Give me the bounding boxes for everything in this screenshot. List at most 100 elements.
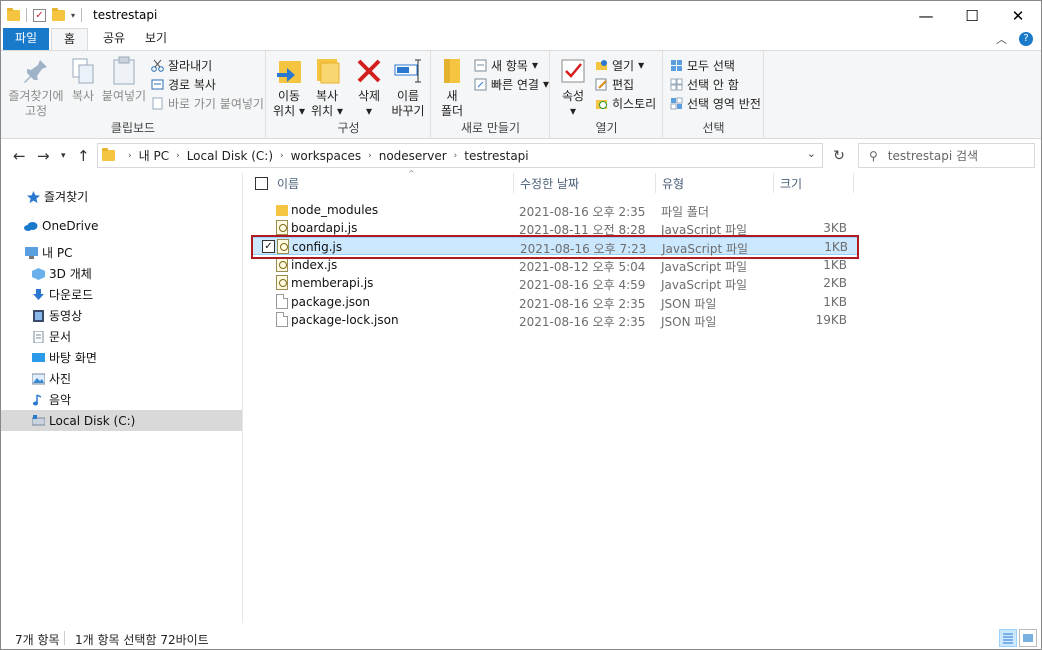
open-dropdown-icon: ▾: [638, 58, 645, 72]
tab-file[interactable]: 파일: [3, 28, 50, 50]
breadcrumb-item[interactable]: 내 PC: [139, 147, 169, 164]
edit-button[interactable]: 편집: [595, 75, 634, 93]
sidebar-item-label: 내 PC: [42, 246, 73, 260]
refresh-icon[interactable]: ↻: [827, 143, 851, 168]
item-count: 7개 항목: [15, 633, 60, 647]
sidebar-item-downloads[interactable]: 다운로드: [1, 284, 242, 305]
sidebar-item-3d-objects[interactable]: 3D 개체: [1, 263, 242, 284]
breadcrumb-item[interactable]: testrestapi: [464, 149, 528, 163]
file-name: package.json: [291, 295, 371, 309]
properties-button[interactable]: 속성 ▾: [557, 55, 589, 119]
new-folder-qat-icon[interactable]: [52, 7, 65, 21]
paste-shortcut-button[interactable]: 바로 가기 붙여넣기: [151, 94, 264, 112]
sidebar-item-videos[interactable]: 동영상: [1, 305, 242, 326]
new-folder-button[interactable]: 새 폴더: [436, 55, 468, 119]
select-all-button[interactable]: 모두 선택: [670, 56, 735, 74]
breadcrumb-item[interactable]: nodeserver: [379, 149, 447, 163]
copy-icon: [67, 55, 99, 87]
sidebar-item-documents[interactable]: 문서: [1, 326, 242, 347]
history-button[interactable]: 히스토리: [595, 94, 656, 112]
sidebar-item-local-disk[interactable]: Local Disk (C:): [1, 410, 242, 431]
js-file-icon: [276, 257, 288, 272]
column-header-type[interactable]: 유형: [656, 173, 774, 193]
copy-path-button[interactable]: 경로 복사: [151, 75, 216, 93]
forward-arrow-icon[interactable]: →: [37, 147, 50, 165]
move-to-label-2: 위치 ▾: [273, 104, 305, 118]
new-item-button[interactable]: 새 항목 ▾: [474, 56, 538, 74]
column-header-name[interactable]: 이름 ^: [271, 169, 514, 193]
sidebar-item-label: Local Disk (C:): [49, 413, 136, 428]
chevron-right-icon[interactable]: ›: [176, 151, 180, 161]
cube-icon: [32, 267, 45, 280]
tab-view[interactable]: 보기: [133, 28, 179, 50]
open-button[interactable]: 열기 ▾: [595, 56, 644, 74]
column-header-modified[interactable]: 수정한 날짜: [514, 173, 656, 193]
select-all-label: 모두 선택: [687, 58, 735, 73]
properties-qat-icon[interactable]: ✓: [33, 8, 46, 22]
move-to-button[interactable]: 이동 위치 ▾: [271, 55, 307, 119]
file-row[interactable]: package-lock.json 2021-08-16 오후 2:35 JSO…: [251, 311, 858, 329]
sidebar-item-desktop[interactable]: 바탕 화면: [1, 347, 242, 368]
invert-selection-button[interactable]: 선택 영역 반전: [670, 94, 761, 112]
select-none-label: 선택 안 함: [687, 77, 739, 92]
file-row[interactable]: memberapi.js 2021-08-16 오후 4:59 JavaScri…: [251, 274, 858, 292]
invert-selection-label: 선택 영역 반전: [687, 96, 761, 111]
column-header-size[interactable]: 크기: [774, 173, 854, 193]
sidebar-item-this-pc[interactable]: 내 PC: [1, 242, 242, 263]
cut-button[interactable]: 잘라내기: [151, 56, 212, 74]
file-row[interactable]: package.json 2021-08-16 오후 2:35 JSON 파일 …: [251, 293, 858, 311]
breadcrumb-item[interactable]: workspaces: [291, 149, 362, 163]
file-name: package-lock.json: [291, 313, 399, 327]
select-group-label: 선택: [702, 121, 725, 135]
details-view-icon[interactable]: [999, 629, 1017, 647]
collapse-ribbon-icon[interactable]: ︿: [996, 31, 1007, 47]
rename-button[interactable]: 이름 바꾸기: [389, 55, 427, 119]
cut-label: 잘라내기: [168, 58, 213, 73]
maximize-button[interactable]: ☐: [949, 1, 995, 30]
customize-qat-icon[interactable]: ▾: [71, 11, 75, 20]
easy-access-button[interactable]: 빠른 연결 ▾: [474, 75, 549, 93]
column-label: 수정한 날짜: [520, 176, 580, 191]
sidebar-item-label: OneDrive: [42, 218, 99, 233]
sidebar-item-music[interactable]: 음악: [1, 389, 242, 410]
tab-share[interactable]: 공유: [91, 28, 137, 50]
recent-locations-chevron-icon[interactable]: ▾: [61, 151, 66, 161]
navigation-pane: 즐겨찾기 OneDrive 내 PC 3D 개체 다운로드 동영상 문서 바탕: [1, 173, 243, 623]
chevron-right-icon[interactable]: ›: [368, 151, 372, 161]
sidebar-item-onedrive[interactable]: OneDrive: [1, 215, 242, 236]
address-bar[interactable]: › 내 PC › Local Disk (C:) › workspaces › …: [97, 143, 823, 168]
file-name: boardapi.js: [291, 221, 358, 235]
up-arrow-icon[interactable]: ↑: [77, 147, 90, 165]
delete-dropdown-icon[interactable]: ▾: [353, 104, 385, 119]
copy-path-label: 경로 복사: [168, 77, 216, 92]
chevron-right-icon[interactable]: ›: [280, 151, 284, 161]
tab-home[interactable]: 홈: [51, 28, 89, 51]
file-size: 1KB: [823, 295, 847, 309]
breadcrumb-item[interactable]: Local Disk (C:): [187, 149, 273, 163]
new-item-icon: [474, 59, 487, 72]
large-icons-view-icon[interactable]: [1019, 629, 1037, 647]
pin-to-quick-access-button[interactable]: 즐겨찾기에 고정: [7, 55, 65, 119]
help-icon[interactable]: ?: [1019, 32, 1033, 46]
rename-icon: [392, 55, 424, 87]
properties-dropdown-icon[interactable]: ▾: [557, 104, 589, 119]
copy-to-button[interactable]: 복사 위치 ▾: [309, 55, 345, 119]
close-button[interactable]: ✕: [995, 1, 1041, 30]
back-arrow-icon[interactable]: ←: [13, 147, 26, 165]
minimize-button[interactable]: —: [903, 1, 949, 30]
sidebar-item-pictures[interactable]: 사진: [1, 368, 242, 389]
file-name: memberapi.js: [291, 276, 374, 290]
select-all-checkbox[interactable]: [255, 177, 268, 190]
file-row[interactable]: node_modules 2021-08-16 오후 2:35 파일 폴더: [251, 201, 858, 219]
sidebar-item-quick-access[interactable]: 즐겨찾기: [1, 186, 242, 207]
search-box[interactable]: ⚲ testrestapi 검색: [858, 143, 1035, 168]
new-folder-label-1: 새: [446, 89, 458, 103]
file-type: 파일 폴더: [661, 205, 709, 219]
address-dropdown-icon[interactable]: ⌄: [807, 147, 816, 160]
delete-button[interactable]: 삭제 ▾: [353, 55, 385, 119]
select-none-button[interactable]: 선택 안 함: [670, 75, 739, 93]
chevron-right-icon[interactable]: ›: [128, 151, 132, 161]
copy-button[interactable]: 복사: [67, 55, 99, 104]
paste-button[interactable]: 붙여넣기: [101, 55, 147, 104]
chevron-right-icon[interactable]: ›: [454, 151, 458, 161]
